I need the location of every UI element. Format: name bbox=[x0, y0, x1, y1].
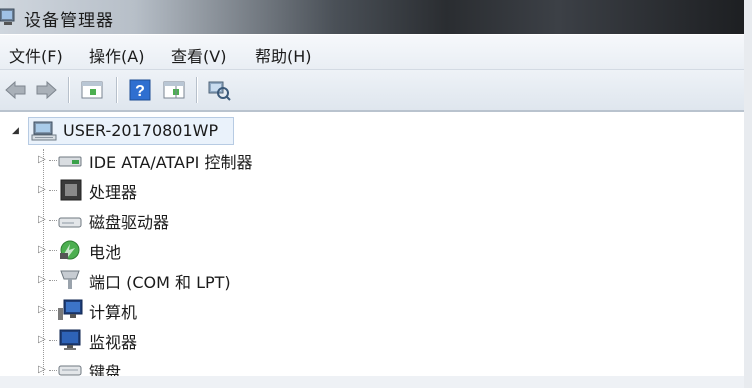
device-tree: ◢ USER-20170801WP ▷ IDE ATA/ATAPI 控制器 ▷ bbox=[0, 113, 744, 376]
forward-arrow-icon[interactable] bbox=[34, 78, 58, 102]
tree-node-monitor[interactable]: ▷ 监视器 bbox=[36, 327, 236, 353]
computer-icon bbox=[58, 299, 83, 320]
title-bar[interactable]: 设备管理器 bbox=[0, 0, 744, 34]
menu-file[interactable]: 文件(F) bbox=[9, 43, 63, 67]
properties-pane-icon[interactable] bbox=[80, 78, 104, 102]
ide-controller-icon bbox=[58, 156, 82, 167]
device-manager-window: 设备管理器 文件(F) 操作(A) 查看(V) 帮助(H) ? ◢ USER-2… bbox=[0, 0, 744, 376]
expand-arrow-icon[interactable]: ▷ bbox=[38, 364, 46, 375]
tree-node-label: 键盘 bbox=[89, 363, 122, 376]
expand-arrow-icon[interactable]: ▷ bbox=[38, 214, 46, 225]
tree-node-label: 计算机 bbox=[89, 303, 138, 322]
tree-root-label: USER-20170801WP bbox=[63, 121, 219, 140]
window-title: 设备管理器 bbox=[24, 11, 114, 31]
tree-node-ide-controller[interactable]: ▷ IDE ATA/ATAPI 控制器 bbox=[36, 147, 296, 173]
expand-arrow-icon[interactable]: ▷ bbox=[38, 154, 46, 165]
help-icon[interactable]: ? bbox=[128, 78, 152, 102]
toolbar-separator bbox=[116, 77, 118, 103]
tree-node-computer[interactable]: ▷ 计算机 bbox=[36, 297, 236, 323]
expand-arrow-icon[interactable]: ▷ bbox=[38, 184, 46, 195]
toolbar-separator bbox=[68, 77, 70, 103]
expand-arrow-icon[interactable]: ▷ bbox=[38, 334, 46, 345]
tree-node-battery[interactable]: ▷ 电池 bbox=[36, 237, 236, 263]
menu-bar: 文件(F) 操作(A) 查看(V) 帮助(H) bbox=[0, 35, 744, 70]
menu-help[interactable]: 帮助(H) bbox=[255, 43, 312, 67]
tree-node-ports[interactable]: ▷ 端口 (COM 和 LPT) bbox=[36, 267, 296, 293]
scan-hardware-icon[interactable] bbox=[207, 78, 231, 102]
svg-text:?: ? bbox=[135, 83, 145, 100]
tree-root-computer[interactable]: USER-20170801WP bbox=[28, 117, 234, 145]
monitor-icon bbox=[59, 329, 81, 350]
tree-node-label: 端口 (COM 和 LPT) bbox=[89, 273, 231, 292]
menu-action[interactable]: 操作(A) bbox=[89, 43, 144, 67]
disk-drive-icon bbox=[58, 217, 82, 228]
expand-arrow-icon[interactable]: ▷ bbox=[38, 304, 46, 315]
menu-view[interactable]: 查看(V) bbox=[171, 43, 226, 67]
action-pane-icon[interactable] bbox=[162, 78, 186, 102]
port-icon bbox=[60, 270, 80, 289]
battery-icon bbox=[60, 240, 80, 260]
tree-node-keyboard[interactable]: ▷ 键盘 bbox=[36, 357, 236, 376]
keyboard-icon bbox=[58, 365, 82, 376]
tree-node-label: IDE ATA/ATAPI 控制器 bbox=[89, 153, 253, 172]
toolbar-separator bbox=[196, 77, 198, 103]
toolbar: ? bbox=[0, 70, 744, 112]
expand-arrow-icon[interactable]: ▷ bbox=[38, 244, 46, 255]
processor-icon bbox=[60, 179, 82, 201]
tree-node-disk-drive[interactable]: ▷ 磁盘驱动器 bbox=[36, 207, 236, 233]
tree-node-label: 监视器 bbox=[89, 333, 138, 352]
window-edge bbox=[744, 0, 752, 388]
device-manager-app-icon bbox=[0, 8, 15, 25]
computer-network-icon bbox=[31, 121, 57, 141]
back-arrow-icon[interactable] bbox=[4, 78, 28, 102]
tree-node-processor[interactable]: ▷ 处理器 bbox=[36, 177, 236, 203]
expand-arrow-icon[interactable]: ▷ bbox=[38, 274, 46, 285]
collapse-arrow-icon[interactable]: ◢ bbox=[12, 126, 19, 136]
tree-node-label: 磁盘驱动器 bbox=[89, 213, 170, 232]
tree-node-label: 处理器 bbox=[89, 183, 138, 202]
tree-node-label: 电池 bbox=[89, 243, 122, 262]
